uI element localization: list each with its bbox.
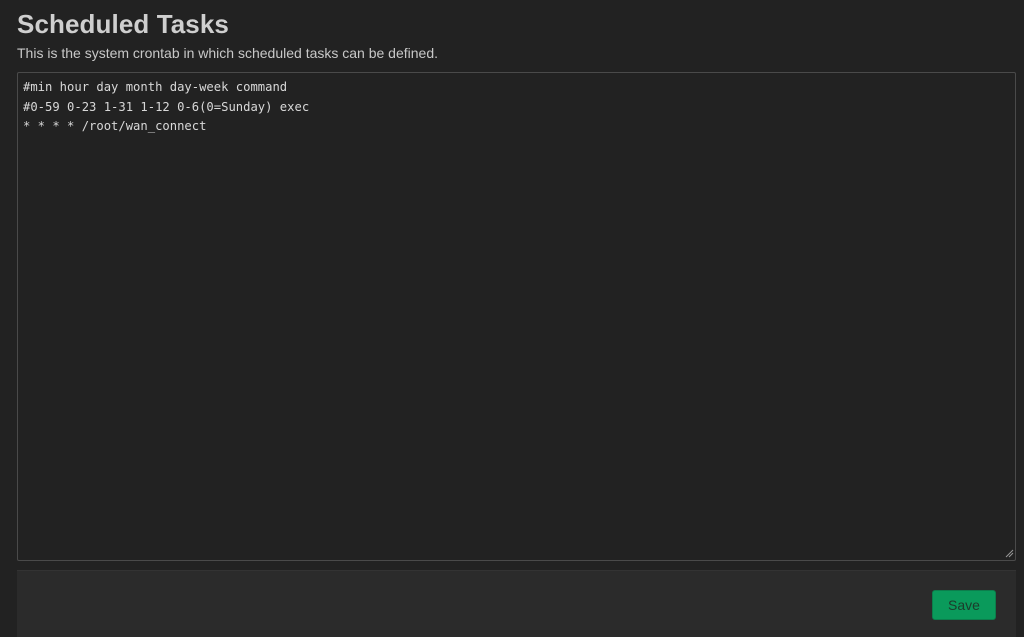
page-title: Scheduled Tasks: [17, 9, 229, 39]
scheduled-tasks-page: Scheduled Tasks This is the system cront…: [0, 0, 1024, 637]
resize-handle-icon[interactable]: [1004, 548, 1014, 558]
action-bar: Save: [17, 570, 1016, 637]
page-description: This is the system crontab in which sche…: [17, 45, 438, 61]
crontab-editor[interactable]: #min hour day month day-week command #0-…: [17, 72, 1016, 561]
save-button[interactable]: Save: [932, 590, 996, 620]
